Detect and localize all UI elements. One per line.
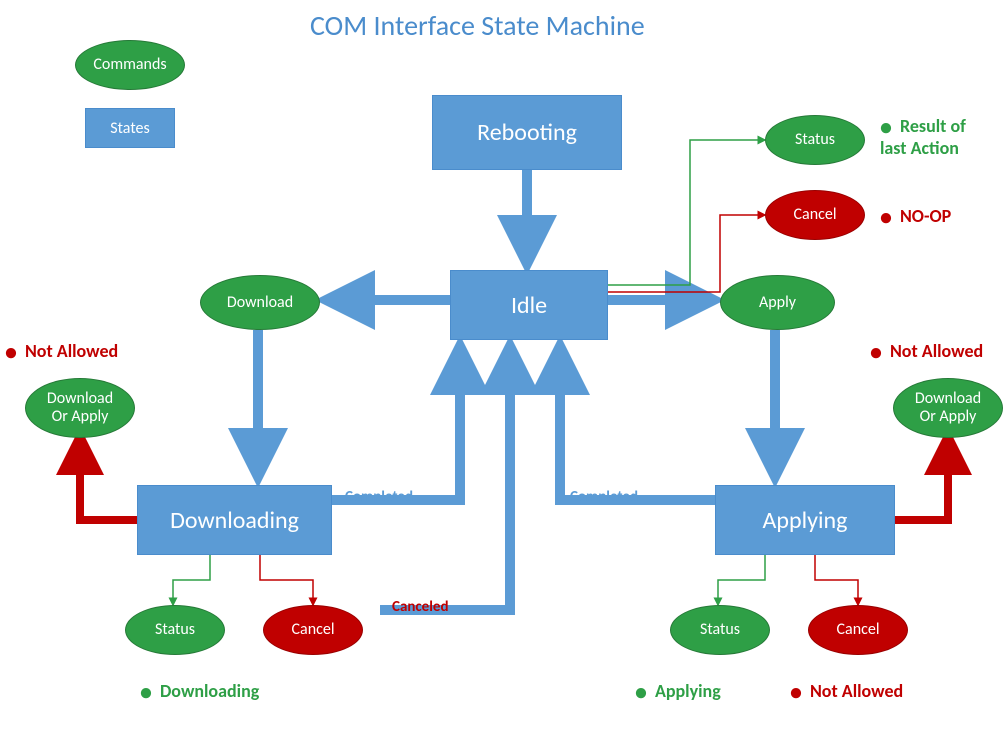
label-completed-right: Completed — [570, 488, 638, 506]
cmd-dl-or-apply-left: Download Or Apply — [25, 378, 135, 438]
cmd-cancel-downloading: Cancel — [263, 605, 363, 655]
bullet-result-last-action: •Result of last Action — [880, 115, 966, 159]
label-canceled: Canceled — [392, 598, 449, 616]
bullet-not-allowed-applying-cancel: •Not Allowed — [790, 680, 903, 702]
cmd-download: Download — [200, 275, 320, 330]
cmd-status-idle: Status — [765, 115, 865, 165]
bullet-not-allowed-left: •Not Allowed — [5, 340, 118, 362]
cmd-cancel-idle: Cancel — [765, 190, 865, 240]
bullet-not-allowed-right: •Not Allowed — [870, 340, 983, 362]
label-completed-left: Completed — [345, 488, 413, 506]
legend-states: States — [85, 108, 175, 148]
cmd-status-downloading: Status — [125, 605, 225, 655]
state-rebooting: Rebooting — [432, 95, 622, 170]
state-downloading: Downloading — [137, 485, 332, 555]
legend-commands: Commands — [75, 40, 185, 90]
state-idle: Idle — [450, 270, 608, 340]
cmd-status-applying: Status — [670, 605, 770, 655]
cmd-dl-or-apply-right: Download Or Apply — [893, 378, 1003, 438]
bullet-downloading: •Downloading — [140, 680, 259, 702]
bullet-noop: •NO-OP — [880, 205, 951, 227]
cmd-apply: Apply — [720, 275, 835, 330]
bullet-applying: •Applying — [635, 680, 721, 702]
cmd-cancel-applying: Cancel — [808, 605, 908, 655]
diagram-title: COM Interface State Machine — [310, 8, 645, 43]
state-applying: Applying — [715, 485, 895, 555]
